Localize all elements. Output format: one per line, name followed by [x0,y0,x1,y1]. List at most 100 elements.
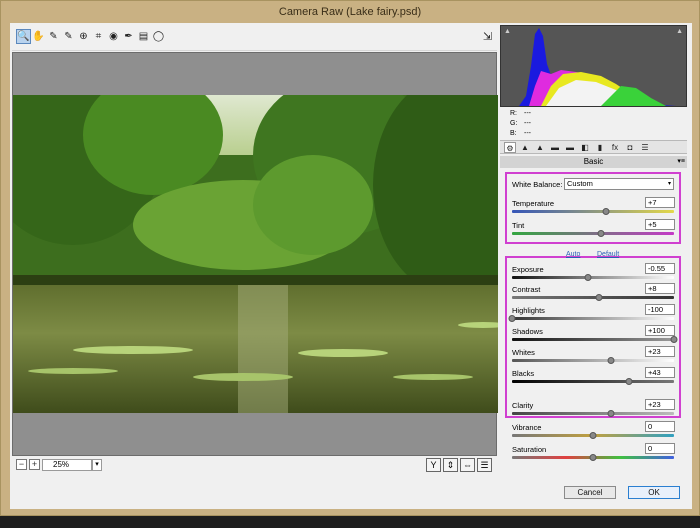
contrast-slider-track[interactable] [512,296,674,299]
panel-tab-3-icon[interactable]: ▬ [549,142,561,153]
panel-header: Basic ▾≡ [500,156,687,168]
whites-value-field[interactable]: +23 [645,346,675,357]
highlights-label: Highlights [512,306,545,315]
vibrance-slider-thumb[interactable] [589,432,597,439]
blacks-value-field[interactable]: +43 [645,367,675,378]
lake-photo [13,95,498,413]
exposure-slider-track[interactable] [512,276,674,279]
white-balance-select[interactable]: Custom ▾ [564,178,674,190]
auto-link[interactable]: Auto [566,251,580,258]
panel-menu-icon[interactable]: ▾≡ [677,156,685,168]
exposure-slider-thumb[interactable] [584,274,592,281]
highlights-value-field[interactable]: -100 [645,304,675,315]
panel-tab-5-icon[interactable]: ◧ [579,142,591,153]
temperature-value-field[interactable]: +7 [645,197,675,208]
window-title: Camera Raw (Lake fairy.psd) [278,6,422,18]
zoom-dropdown-arrow[interactable]: ▾ [92,459,102,471]
temperature-slider-track[interactable] [512,210,674,213]
clarity-label: Clarity [512,401,534,410]
zoom-out-button[interactable]: − [16,459,27,470]
histogram-graph [519,28,676,106]
hand-tool-icon[interactable]: ✋ [31,29,46,44]
targeted-adjustment-tool-icon[interactable]: ⊕ [76,29,91,44]
panel-tab-0-icon[interactable]: ⚙ [504,142,516,153]
shadow-clip-warning-icon[interactable]: ▲ [504,28,511,35]
white-balance-label: White Balance: [512,180,563,189]
panel-tab-1-icon[interactable]: ▲ [519,142,531,153]
radial-filter-tool-icon[interactable]: ◯ [151,29,166,44]
image-preview[interactable] [12,52,498,456]
blacks-label: Blacks [512,369,535,378]
whites-slider-track[interactable] [512,359,674,362]
crop-tool-icon[interactable]: ⌗ [91,29,106,44]
clarity-slider-track[interactable] [512,412,674,415]
tint-label: Tint [512,221,525,230]
blacks-slider-thumb[interactable] [625,378,633,385]
temperature-slider-thumb[interactable] [602,208,610,215]
tint-value-field[interactable]: +5 [645,219,675,230]
ok-button[interactable]: OK [628,486,680,499]
chevron-down-icon: ▾ [667,181,671,187]
preview-bottom-bar: − + 25% ▾ Y ⇕ ⇔ ☰ [12,457,497,473]
saturation-label: Saturation [512,445,547,454]
contrast-value-field[interactable]: +8 [645,283,675,294]
b-label: B: [510,130,517,137]
panel-tab-8-icon[interactable]: ◘ [624,142,636,153]
shadows-slider-track[interactable] [512,338,674,341]
red-eye-tool-icon[interactable]: ◉ [106,29,121,44]
panel-tab-7-icon[interactable]: fx [609,142,621,153]
saturation-slider-thumb[interactable] [589,454,597,461]
b-value: --- [524,130,531,137]
contrast-label: Contrast [512,285,541,294]
fullscreen-toggle-icon[interactable]: ⇲ [480,29,495,44]
rgb-readout: R: --- G: --- B: --- [500,108,687,140]
tint-slider-thumb[interactable] [597,230,605,237]
cancel-button[interactable]: Cancel [564,486,616,499]
photo-scene [13,95,498,413]
shadows-label: Shadows [512,327,543,336]
color-sampler-tool-icon[interactable]: ✎ [61,29,76,44]
panel-tab-2-icon[interactable]: ▲ [534,142,546,153]
adjustment-brush-tool-icon[interactable]: ✒ [121,29,136,44]
white-balance-value: Custom [567,179,593,188]
panel-tabs: ⚙ ▲ ▲ ▬ ▬ ◧ ▮ fx ◘ ☰ [500,140,687,154]
exposure-value-field[interactable]: -0.55 [645,263,675,274]
graduated-filter-tool-icon[interactable]: ▤ [136,29,151,44]
panel-tab-6-icon[interactable]: ▮ [594,142,606,153]
zoom-tool-icon[interactable]: 🔍 [16,29,31,44]
white-balance-tool-icon[interactable]: ✎ [46,29,61,44]
temperature-label: Temperature [512,199,555,208]
preview-settings-button[interactable]: ☰ [477,458,492,472]
clarity-value-field[interactable]: +23 [645,399,675,410]
g-label: G: [510,120,518,127]
vibrance-value-field[interactable]: 0 [645,421,675,432]
clarity-slider-thumb[interactable] [607,410,615,417]
r-label: R: [510,110,517,117]
vibrance-label: Vibrance [512,423,542,432]
shadows-slider-thumb[interactable] [670,336,678,343]
panel-title: Basic [583,157,604,166]
before-after-button[interactable]: ⇕ [443,458,458,472]
zoom-level-field[interactable]: 25% [42,459,92,471]
highlights-slider-thumb[interactable] [508,315,516,322]
shadows-value-field[interactable]: +100 [645,325,675,336]
swap-button[interactable]: ⇔ [460,458,475,472]
default-link[interactable]: Default [597,251,619,258]
panel-tab-9-icon[interactable]: ☰ [639,142,651,153]
r-value: --- [524,110,531,117]
tool-bar: 🔍 ✋ ✎ ✎ ⊕ ⌗ ◉ ✒ ▤ ◯ ⇲ [12,25,497,51]
highlight-clip-warning-icon[interactable]: ▲ [676,28,683,35]
highlights-slider-track[interactable] [512,317,674,320]
histogram: ▲ ▲ [500,25,687,107]
whites-label: Whites [512,348,535,357]
contrast-slider-thumb[interactable] [595,294,603,301]
saturation-value-field[interactable]: 0 [645,443,675,454]
whites-slider-thumb[interactable] [607,357,615,364]
tint-slider-track[interactable] [512,232,674,235]
tone-highlight-box [505,256,681,418]
exposure-label: Exposure [512,265,544,274]
blacks-slider-track[interactable] [512,380,674,383]
view-toggle-button[interactable]: Y [426,458,441,472]
zoom-in-button[interactable]: + [29,459,40,470]
panel-tab-4-icon[interactable]: ▬ [564,142,576,153]
